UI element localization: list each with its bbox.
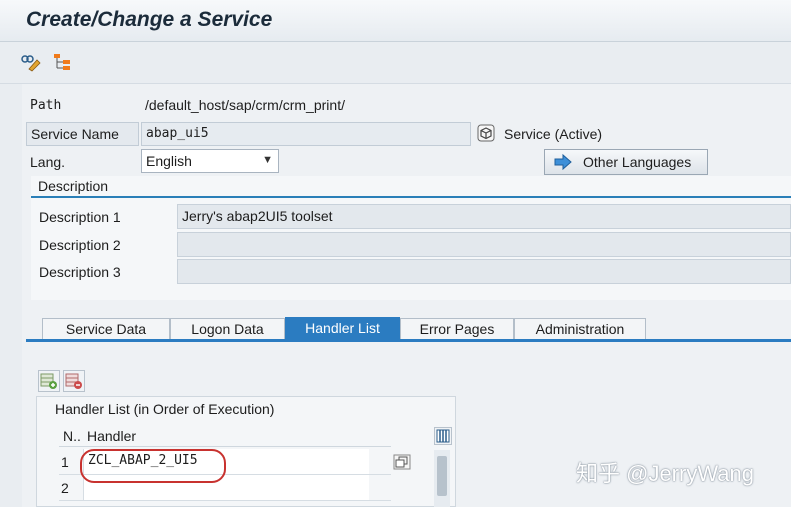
description-1-field[interactable]: Jerry's abap2UI5 toolset	[177, 204, 791, 229]
service-status-icon	[477, 124, 495, 142]
application-toolbar	[0, 42, 791, 84]
description-1-label: Description 1	[39, 209, 121, 225]
language-value: English	[146, 153, 192, 169]
insert-row-button[interactable]	[38, 370, 60, 392]
service-name-label-box: Service Name	[26, 122, 139, 146]
highlight-annotation	[80, 449, 226, 483]
service-name-value: abap_ui5	[146, 126, 209, 141]
row-number: 1	[61, 454, 69, 470]
description-1-value: Jerry's abap2UI5 toolset	[182, 208, 333, 224]
description-header-label: Description	[38, 178, 109, 194]
service-status-text: Service (Active)	[504, 126, 603, 142]
description-row: Description 1 Jerry's abap2UI5 toolset	[35, 204, 791, 230]
display-change-icon[interactable]	[20, 52, 41, 72]
page-title: Create/Change a Service	[26, 8, 273, 31]
description-row: Description 3	[35, 259, 791, 285]
description-row: Description 2	[35, 232, 791, 258]
scrollbar-thumb[interactable]	[437, 456, 447, 496]
description-2-label: Description 2	[39, 237, 121, 253]
value-help-icon[interactable]	[393, 454, 411, 470]
service-name-label: Service Name	[31, 126, 119, 142]
handler-table-title: Handler List (in Order of Execution)	[55, 401, 275, 417]
service-name-field[interactable]: abap_ui5	[141, 122, 471, 146]
column-header-n: N..	[63, 428, 81, 444]
tab-handler-list[interactable]: Handler List	[285, 317, 400, 340]
vertical-scrollbar[interactable]	[434, 450, 450, 507]
insert-row-icon	[40, 373, 57, 389]
path-value: /default_host/sap/crm/crm_print/	[145, 97, 345, 113]
lang-label: Lang.	[30, 154, 66, 170]
tab-administration[interactable]: Administration	[514, 318, 646, 340]
chevron-down-icon: ▼	[262, 154, 273, 166]
column-settings-icon[interactable]	[434, 427, 452, 445]
path-label: Path	[30, 98, 62, 113]
description-2-field[interactable]	[177, 232, 791, 257]
delete-row-button[interactable]	[63, 370, 85, 392]
tab-error-pages[interactable]: Error Pages	[400, 318, 514, 340]
hierarchy-icon[interactable]	[52, 52, 72, 72]
arrow-right-icon	[553, 153, 573, 174]
delete-row-icon	[65, 373, 82, 389]
row-number: 2	[61, 480, 69, 496]
description-header: Description	[31, 176, 791, 198]
description-3-field[interactable]	[177, 259, 791, 284]
column-header-handler: Handler	[87, 428, 137, 444]
watermark-text: 知乎 @JerryWang	[576, 461, 754, 486]
tab-service-data[interactable]: Service Data	[42, 318, 170, 340]
other-languages-button[interactable]: Other Languages	[544, 149, 708, 175]
description-panel: Description Description 1 Jerry's abap2U…	[31, 176, 791, 300]
tab-logon-data[interactable]: Logon Data	[170, 318, 285, 340]
title-bar: Create/Change a Service	[0, 0, 791, 42]
handler-table-header: N.. Handler	[59, 425, 391, 447]
other-languages-label: Other Languages	[583, 154, 692, 170]
language-select[interactable]: English ▼	[141, 149, 279, 173]
description-3-label: Description 3	[39, 264, 121, 280]
